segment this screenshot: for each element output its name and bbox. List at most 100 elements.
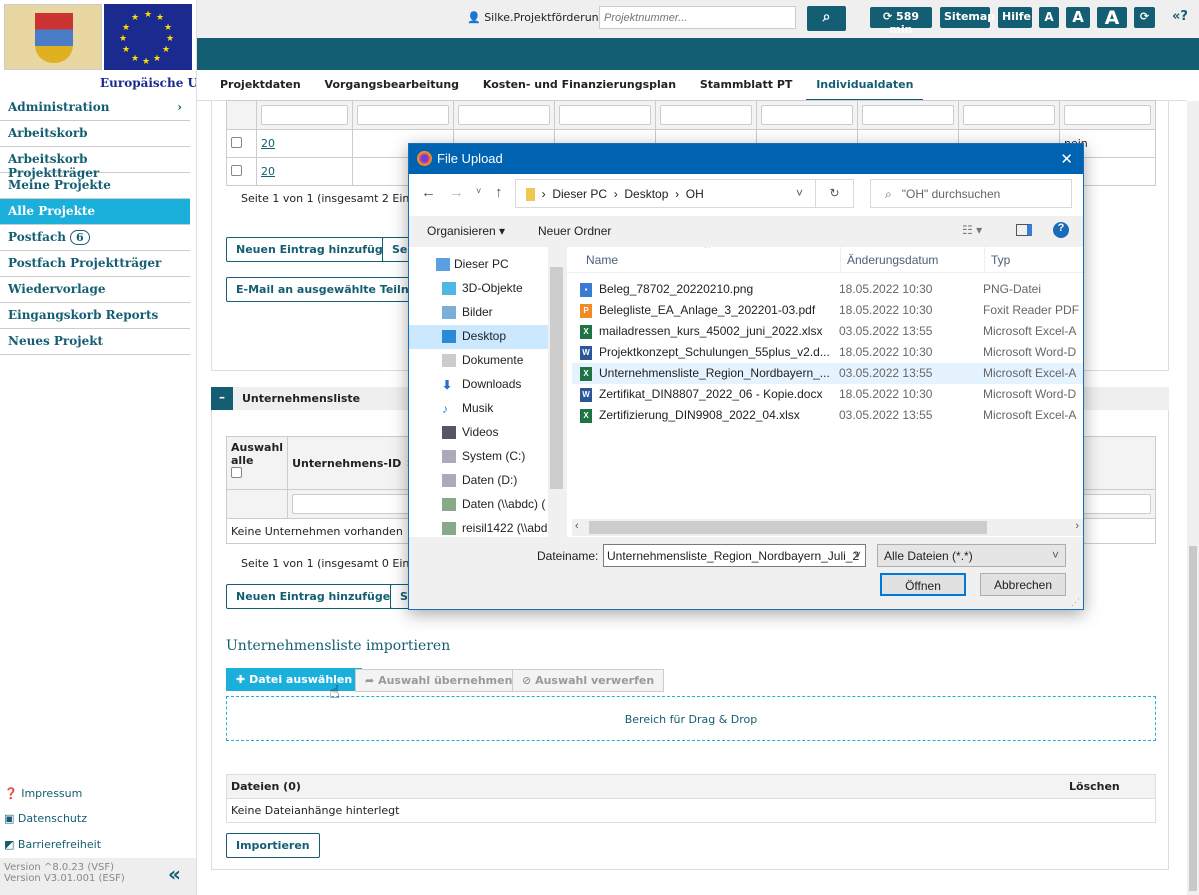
address-bar[interactable]: › Dieser PC › Desktop › OH ˅ ↻ [515,179,854,208]
up-arrow-icon[interactable]: ↑ [495,184,503,201]
tab-stammblatt-pt[interactable]: Stammblatt PT [690,70,803,101]
file-row[interactable]: X Unternehmensliste_Region_Nordbayern_...… [572,363,1083,384]
impressum-link[interactable]: ❓ Impressum [4,787,82,800]
filter-input[interactable] [963,105,1055,125]
help-toggle-icon[interactable]: «? [1172,9,1188,24]
tab-projektdaten[interactable]: Projektdaten [210,70,311,101]
nav-arbeitskorb[interactable]: Arbeitskorb [0,121,190,147]
reset-button[interactable]: ⟳ [1134,7,1155,28]
preview-pane-icon[interactable] [1016,224,1032,236]
tree-item-videos[interactable]: Videos [409,421,565,445]
sitemap-button[interactable]: Sitemap [940,7,995,28]
back-arrow-icon[interactable]: ← [421,184,436,201]
nav-alle-projekte[interactable]: Alle Projekte [0,199,190,225]
collapse-section-button[interactable]: – [211,387,233,410]
tab-individualdaten[interactable]: Individualdaten [806,70,924,101]
chevron-down-icon[interactable]: ˅ [854,548,861,562]
horizontal-scrollbar-thumb[interactable] [589,521,987,534]
filter-input[interactable] [761,105,853,125]
font-medium-button[interactable]: A [1066,7,1090,28]
chevron-down-icon[interactable]: ˅ [796,186,803,200]
new-folder-button[interactable]: Neuer Ordner [538,224,611,238]
folder-search-input[interactable]: ⌕ "OH" durchsuchen [870,179,1072,208]
column-name[interactable]: Name [586,253,618,267]
collapse-sidebar-icon[interactable]: « [168,862,181,886]
filter-input[interactable] [1064,105,1151,125]
scrollbar-thumb[interactable] [1189,546,1197,891]
page-scrollbar[interactable] [1187,101,1199,895]
file-row[interactable]: P Belegliste_EA_Anlage_3_202201-03.pdf 18.… [572,300,1083,321]
tree-scrollbar[interactable] [548,247,565,537]
row-id-link[interactable]: 20 [261,137,275,150]
nav-postfach[interactable]: Postfach 6 [0,225,190,251]
filter-input[interactable] [559,105,651,125]
tree-item-dieser-pc[interactable]: Dieser PC [409,253,565,277]
file-row[interactable]: X Zertifizierung_DIN9908_2022_04.xlsx 03.0… [572,405,1083,426]
file-row[interactable]: Xmailadressen_kurs_45002_juni_2022.xlsx 0… [572,321,1083,342]
horizontal-scrollbar[interactable]: ‹ › [572,519,1083,536]
add-entry-button[interactable]: Neuen Eintrag hinzufügen [226,237,408,262]
session-timer-button[interactable]: ⟳ 589 min [870,7,932,36]
breadcrumb-dieser-pc[interactable]: Dieser PC [552,187,607,201]
cancel-button[interactable]: Abbrechen [980,573,1066,596]
breadcrumb-desktop[interactable]: Desktop [624,187,668,201]
tree-scrollbar-thumb[interactable] [550,267,563,489]
open-button[interactable]: Öffnen [880,573,966,596]
select-all-checkbox[interactable] [231,467,242,478]
import-button[interactable]: Importieren [226,833,320,858]
organize-menu[interactable]: Organisieren ▾ [427,224,505,238]
scroll-right-icon[interactable]: › [1075,520,1079,532]
row-checkbox[interactable] [231,136,242,148]
column-date[interactable]: Änderungsdatum [840,247,938,273]
nav-eingangskorb-reports[interactable]: Eingangskorb Reports [0,303,190,329]
tree-item-musik[interactable]: ♪ Musik [409,397,565,421]
chevron-down-icon[interactable]: ˅ [1052,548,1059,562]
search-button[interactable]: ⌕ [807,6,846,31]
file-type-select[interactable]: Alle Dateien (*.*) ˅ [877,544,1066,567]
nav-postfach-projekttraeger[interactable]: Postfach Projektträger [0,251,190,277]
filename-input[interactable]: Unternehmensliste_Region_Nordbayern_Juli… [603,544,866,567]
view-options-icon[interactable]: ☷ ▾ [962,223,982,237]
row-checkbox[interactable] [231,164,242,176]
close-icon[interactable]: ✕ [1060,150,1073,168]
filter-input[interactable] [261,105,348,125]
filter-input[interactable] [862,105,954,125]
apply-selection-button[interactable]: ➦ Auswahl übernehmen [355,669,523,692]
datenschutz-link[interactable]: ▣ Datenschutz [4,812,87,825]
scroll-left-icon[interactable]: ‹ [575,520,579,532]
help-icon[interactable]: ? [1053,222,1069,238]
tree-item-daten-d[interactable]: Daten (D:) [409,469,565,493]
file-row[interactable]: W Projektkonzept_Schulungen_55plus_v2.d..… [572,342,1083,363]
font-large-button[interactable]: A [1097,7,1127,29]
resize-grip-icon[interactable]: ⋰ [1071,597,1080,608]
breadcrumb-oh[interactable]: OH [686,187,704,201]
column-type[interactable]: Typ [984,247,1010,273]
forward-arrow-icon[interactable]: → [449,184,464,201]
tree-item-bilder[interactable]: Bilder [409,301,565,325]
tab-kosten-finanzierungsplan[interactable]: Kosten- und Finanzierungsplan [473,70,686,101]
tree-item-downloads[interactable]: ⬇ Downloads [409,373,565,397]
project-number-search-input[interactable] [599,6,796,29]
file-row[interactable]: W Zertifikat_DIN8807_2022_06 - Kopie.docx… [572,384,1083,405]
filter-input[interactable] [660,105,752,125]
refresh-icon[interactable]: ↻ [815,180,853,207]
hilfe-button[interactable]: Hilfe [998,7,1032,28]
tree-item-daten-abdc[interactable]: Daten (\\abdc) ( [409,493,565,517]
nav-wiedervorlage[interactable]: Wiedervorlage [0,277,190,303]
filter-input[interactable] [357,105,449,125]
nav-administration[interactable]: Administration › [0,95,190,121]
tab-vorgangsbearbeitung[interactable]: Vorgangsbearbeitung [315,70,470,101]
barrierefreiheit-link[interactable]: ◩ Barrierefreiheit [4,838,101,851]
tree-item-reisil1422[interactable]: reisil1422 (\\abd [409,517,565,537]
tree-item-system-c[interactable]: System (C:) [409,445,565,469]
recent-chevron-icon[interactable]: ˅ [476,186,481,196]
nav-meine-projekte[interactable]: Meine Projekte [0,173,190,199]
file-row[interactable]: ▪ Beleg_78702_20220210.png 18.05.2022 10:3… [572,279,1083,300]
choose-file-button[interactable]: ✚ Datei auswählen [226,668,363,691]
tree-item-3d-objekte[interactable]: 3D-Objekte [409,277,565,301]
add-company-button[interactable]: Neuen Eintrag hinzufügen [226,584,408,609]
nav-neues-projekt[interactable]: Neues Projekt [0,329,190,355]
nav-arbeitskorb-projekttraeger[interactable]: Arbeitskorb Projektträger [0,147,190,180]
discard-selection-button[interactable]: ⊘ Auswahl verwerfen [512,669,665,692]
tree-item-desktop[interactable]: Desktop [409,325,565,349]
